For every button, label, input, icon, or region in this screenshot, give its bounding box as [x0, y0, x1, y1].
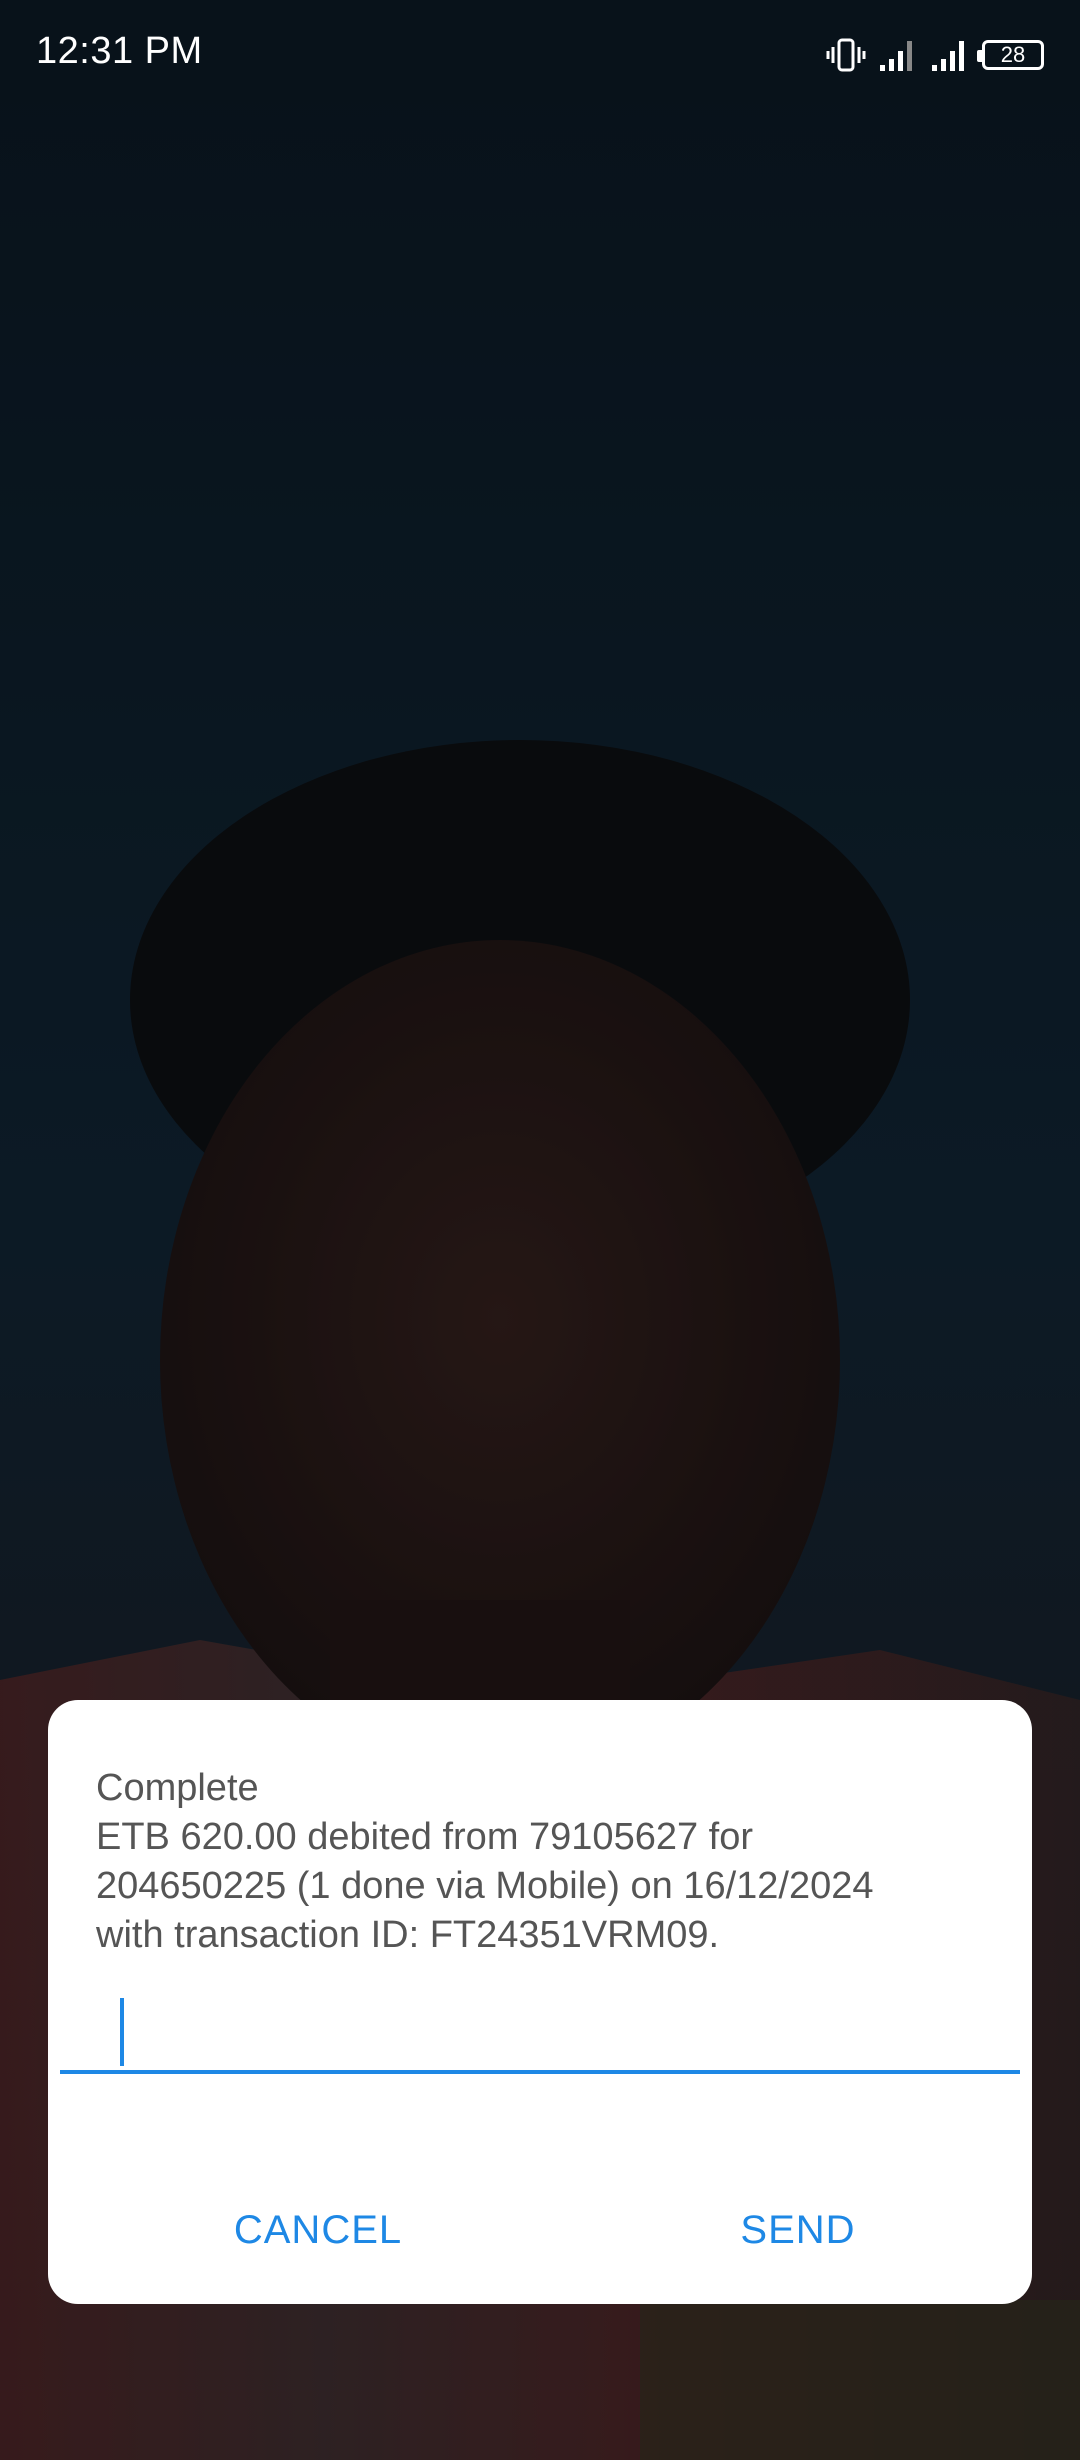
- reply-input[interactable]: [60, 1990, 1020, 2074]
- cancel-button[interactable]: CANCEL: [198, 2190, 438, 2270]
- ussd-dialog: Complete ETB 620.00 debited from 7910562…: [48, 1700, 1032, 2304]
- message-line-1: Complete: [96, 1767, 259, 1809]
- message-line-3: 204650225 (1 done via Mobile) on 16/12/2…: [96, 1865, 874, 1907]
- send-button[interactable]: SEND: [708, 2190, 888, 2270]
- battery-icon: 28: [977, 40, 1044, 70]
- message-line-2: ETB 620.00 debited from 79105627 for: [96, 1816, 754, 1858]
- dialog-message: Complete ETB 620.00 debited from 7910562…: [96, 1764, 996, 1960]
- dialog-actions: CANCEL SEND: [48, 2190, 1032, 2270]
- battery-level: 28: [1000, 42, 1026, 67]
- status-icons: 28: [826, 32, 1044, 78]
- text-cursor: [120, 1998, 124, 2066]
- status-time: 12:31 PM: [36, 30, 203, 72]
- signal-icon-sim1: [878, 35, 918, 75]
- signal-icon-sim2: [930, 35, 970, 75]
- vibrate-icon: [826, 35, 866, 75]
- status-bar: 12:31 PM 28: [0, 0, 1080, 110]
- screen: 12:31 PM 28 Complete ETB 620.00 debited …: [0, 0, 1080, 2460]
- message-line-4: with transaction ID: FT24351VRM09.: [96, 1914, 720, 1956]
